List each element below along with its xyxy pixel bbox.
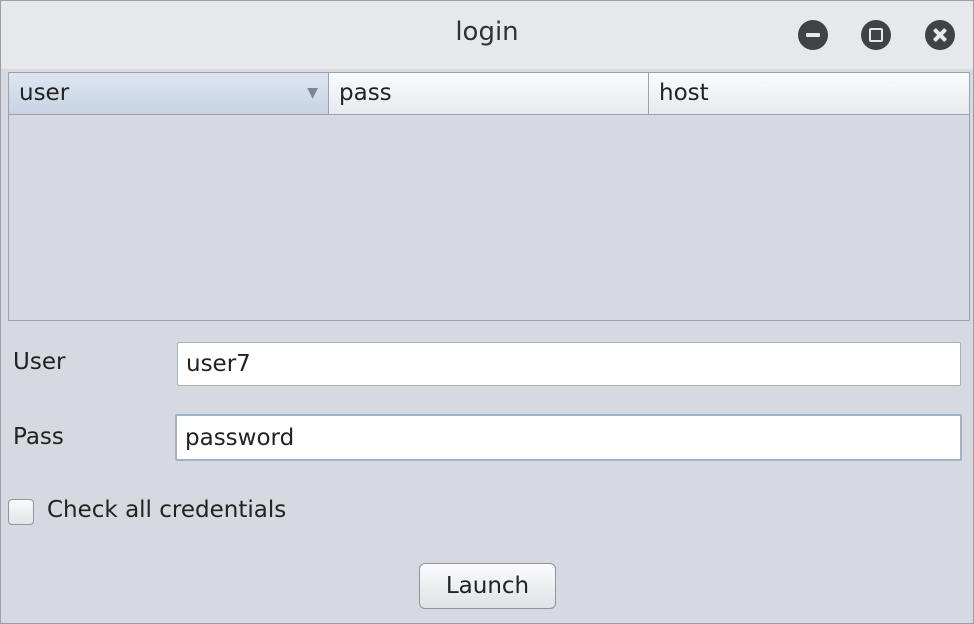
column-header-label: pass: [339, 80, 392, 106]
column-header-label: host: [659, 80, 709, 106]
column-header-pass[interactable]: pass: [329, 73, 649, 114]
table-header: user ▼ pass host: [9, 73, 969, 115]
sort-descending-icon: ▼: [307, 85, 318, 101]
title-bar[interactable]: login: [1, 1, 973, 69]
check-all-label[interactable]: Check all credentials: [47, 497, 286, 523]
check-all-checkbox[interactable]: [8, 499, 34, 525]
user-label: User: [13, 349, 66, 375]
column-header-host[interactable]: host: [649, 73, 969, 114]
pass-label: Pass: [13, 424, 64, 450]
user-field[interactable]: [177, 342, 961, 386]
column-header-label: user: [19, 80, 70, 106]
minimize-icon[interactable]: [798, 20, 828, 50]
launch-button[interactable]: Launch: [419, 563, 556, 609]
credentials-table[interactable]: user ▼ pass host: [8, 72, 970, 321]
column-header-user[interactable]: user ▼: [9, 73, 329, 114]
pass-field[interactable]: [175, 414, 962, 461]
login-window: login user ▼ pass host User Pass Check a…: [0, 0, 974, 624]
close-icon[interactable]: [925, 20, 955, 50]
maximize-icon[interactable]: [861, 20, 891, 50]
